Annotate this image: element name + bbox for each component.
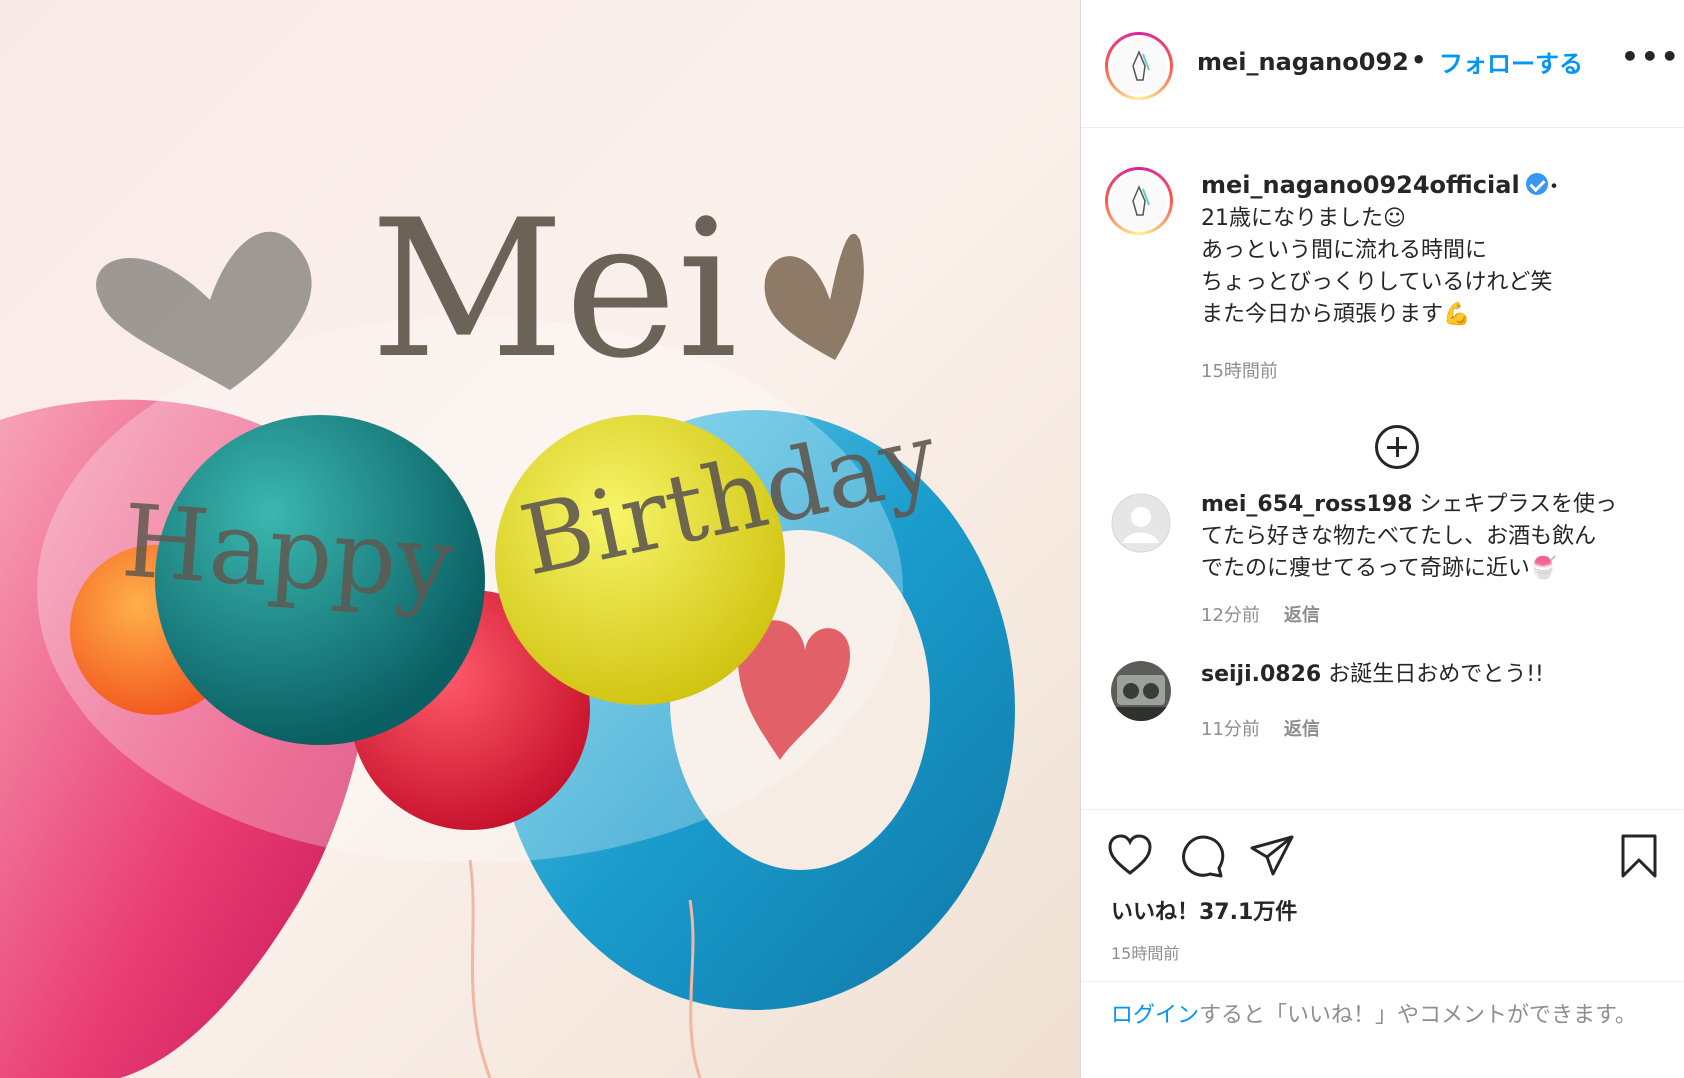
comment-body-line1: シェキプラスを使っ [1412, 492, 1617, 517]
follow-button[interactable]: フォローする [1439, 44, 1583, 79]
comment-avatar[interactable] [1111, 493, 1171, 553]
comment-body-rest: てたら好きな物たべてたし、お酒も飲ん でたのに痩せてるって奇跡に近い🍧 [1201, 524, 1597, 581]
comment-username[interactable]: mei_654_ross198 [1201, 492, 1412, 517]
login-prompt-body: すると「いいね！」やコメントができます。 [1199, 1003, 1637, 1028]
comments-section[interactable]: mei_nagano0924official ・ 21歳になりました☺︎ あっと… [1081, 129, 1684, 809]
header-separator: • [1411, 46, 1427, 74]
comment-body-line1: お誕生日おめでとう!! [1321, 662, 1544, 687]
avatar-illustration-icon [1132, 50, 1150, 81]
caption-avatar[interactable] [1105, 167, 1173, 235]
comment-username[interactable]: seiji.0826 [1201, 662, 1321, 687]
likes-count[interactable]: いいね！37.1万件 [1111, 894, 1297, 926]
post-photo[interactable]: Mei Happy Birthday [0, 0, 1080, 1078]
photo-happy-text: Happy [118, 482, 457, 622]
bookmark-icon[interactable] [1619, 834, 1659, 878]
comment-text: seiji.0826 お誕生日おめでとう!! [1201, 659, 1651, 691]
balloon-photo: Mei Happy Birthday [0, 0, 1080, 1078]
default-avatar-icon [1111, 493, 1171, 553]
comment-avatar[interactable] [1111, 661, 1171, 721]
reply-button[interactable]: 返信 [1284, 719, 1320, 740]
comment-icon[interactable] [1179, 834, 1225, 878]
post-header: mei_nagano0924official • フォローする ••• [1081, 0, 1684, 128]
post-side-panel: mei_nagano0924official • フォローする ••• mei_… [1080, 0, 1684, 1078]
login-link[interactable]: ログイン [1111, 1003, 1199, 1028]
post-timestamp: 15時間前 [1111, 944, 1180, 963]
comment-meta: 11分前 返信 [1201, 715, 1320, 741]
caption-dot: ・ [1543, 175, 1566, 200]
comment-text: mei_654_ross198 シェキプラスを使っ てたら好きな物たべてたし、お… [1201, 489, 1651, 585]
more-options-icon[interactable]: ••• [1621, 40, 1681, 73]
post-actions: いいね！37.1万件 15時間前 [1081, 809, 1684, 981]
comment-timestamp: 11分前 [1201, 719, 1260, 740]
share-icon[interactable] [1249, 834, 1295, 878]
avatar-illustration-icon [1132, 185, 1150, 216]
login-prompt-text: ログインすると「いいね！」やコメントができます。 [1111, 1000, 1651, 1032]
heart-icon[interactable] [1107, 834, 1153, 876]
author-avatar[interactable] [1105, 32, 1173, 100]
comment-timestamp: 12分前 [1201, 605, 1260, 626]
caption-timestamp: 15時間前 [1201, 361, 1278, 382]
comment-meta: 12分前 返信 [1201, 601, 1320, 627]
caption-username[interactable]: mei_nagano0924official [1201, 171, 1548, 199]
login-prompt: ログインすると「いいね！」やコメントができます。 [1081, 981, 1684, 1078]
caption-text: 21歳になりました☺︎ あっという間に流れる時間に ちょっとびっくりしているけれ… [1201, 206, 1553, 327]
photo-mei-text: Mei [370, 179, 738, 400]
photo-avatar-icon [1111, 661, 1171, 721]
reply-button[interactable]: 返信 [1284, 605, 1320, 626]
load-more-comments-icon[interactable] [1375, 425, 1419, 469]
header-username[interactable]: mei_nagano0924official [1197, 48, 1407, 76]
